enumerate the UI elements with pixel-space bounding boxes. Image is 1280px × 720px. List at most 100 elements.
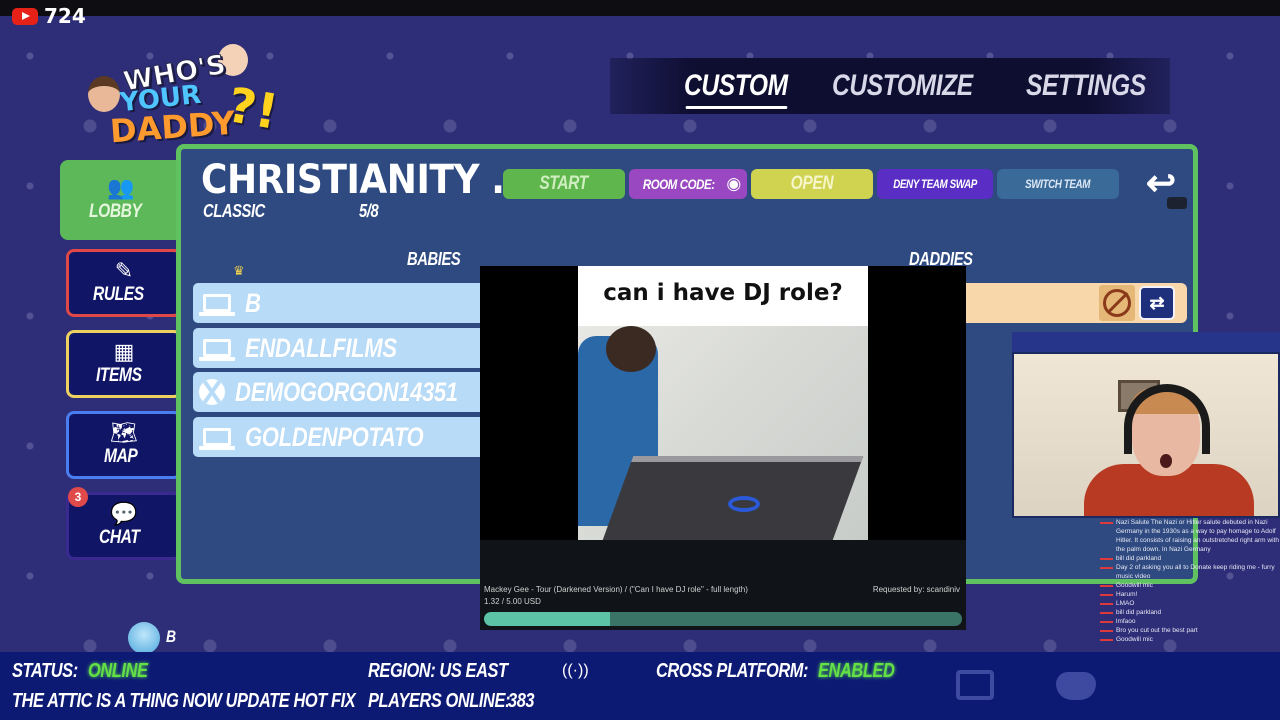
player-name: DEMOGORGON14351 (235, 376, 458, 407)
status-value: ONLINE (88, 660, 148, 682)
laptop-icon (199, 339, 235, 361)
dad-face-icon (88, 76, 120, 112)
chat-text: Nazi Salute The Nazi or Hitler salute de… (1116, 519, 1279, 553)
person-head (606, 326, 656, 372)
chat-username: ▬▬ (1100, 609, 1113, 616)
chat-message: ▬▬ bill did parkland (1088, 554, 1280, 563)
baby-player-row[interactable]: ENDALLFILMS (193, 328, 489, 368)
xbox-platform-icon (199, 378, 225, 406)
pc-platform-icon (199, 289, 235, 317)
swap-arrows-icon: ⇄ (1149, 292, 1165, 313)
media-progress-bar[interactable] (484, 612, 962, 626)
xbox-icon (199, 379, 225, 405)
start-button[interactable]: START (503, 169, 625, 199)
host-crown-icon: ♛ (233, 263, 245, 278)
sidebar-item-label: ITEMS (96, 365, 142, 386)
meme-video: can i have DJ role? (578, 266, 868, 540)
room-code-button[interactable]: ROOM CODE: ◉ (629, 169, 747, 199)
chat-message: ▬▬ Day 2 of asking you all to Donate keep… (1088, 563, 1280, 581)
tab-settings[interactable]: SETTINGS (1026, 69, 1146, 103)
chat-message: ▬▬ Nazi Salute The Nazi or Hitler salute … (1088, 518, 1280, 554)
game-mode: CLASSIC (203, 201, 265, 221)
deny-team-swap-label: DENY TEAM SWAP (893, 177, 977, 191)
chat-text: LMAO (1116, 600, 1135, 607)
users-icon: 👥 (107, 175, 135, 200)
chat-message: ▬▬ Goodwill mic (1088, 635, 1280, 644)
sidebar-item-rules[interactable]: ✎ RULES (66, 249, 182, 317)
media-info: Mackey Gee - Tour (Darkened Version) / (… (480, 540, 966, 630)
players-online-value: 383 (508, 690, 535, 712)
discord-icon[interactable] (1056, 672, 1096, 700)
player-name: ENDALLFILMS (245, 332, 397, 363)
pc-platform-icon (199, 423, 235, 451)
chat-username: ▬▬ (1100, 582, 1113, 589)
streamer-mouth (1160, 454, 1172, 468)
game-logo: WHO'S YOUR DADDY ?! (88, 44, 288, 156)
chat-message: ▬▬ bill did parkland (1088, 608, 1280, 617)
headset-icon (1124, 384, 1210, 454)
open-lobby-button[interactable]: OPEN (751, 169, 873, 199)
chat-username: ▬▬ (1100, 519, 1113, 526)
baby-player-row[interactable]: B (193, 283, 489, 323)
news-icon[interactable] (956, 670, 994, 700)
lobby-title: CHRISTIANITY ... (201, 157, 531, 203)
map-icon: 🗺 (110, 420, 138, 445)
chat-username: ▬▬ (1100, 555, 1113, 562)
tab-customize[interactable]: CUSTOMIZE (832, 69, 973, 103)
tab-custom[interactable]: CUSTOM (684, 69, 788, 109)
donation-amount: 1.32 / 5.00 USD (484, 597, 541, 606)
start-label: START (539, 173, 589, 194)
sidebar-item-label: CHAT (99, 527, 140, 548)
sidebar-item-label: RULES (93, 284, 144, 305)
room-code-label: ROOM CODE: (642, 176, 715, 192)
baby-player-row[interactable]: DEMOGORGON14351 (193, 372, 489, 412)
keybind-hint-icon (1167, 197, 1187, 209)
cross-platform-label: CROSS PLATFORM: (656, 660, 809, 682)
signal-icon: ((·)) (562, 662, 589, 679)
sidebar-item-items[interactable]: ▦ ITEMS (66, 330, 182, 398)
media-progress-fill (484, 612, 611, 626)
cross-platform-value: ENABLED (818, 660, 895, 682)
open-label: OPEN (790, 173, 834, 194)
stream-top-bar (0, 0, 1280, 16)
chat-username: ▬▬ (1100, 636, 1113, 643)
laptop-icon (199, 294, 235, 316)
player-avatar[interactable] (128, 622, 160, 654)
chat-text: Goodwill mic (1116, 582, 1153, 589)
sidebar-item-chat[interactable]: 3 💬 CHAT (66, 487, 182, 560)
players-online-label: PLAYERS ONLINE: (368, 690, 511, 712)
no-entry-icon (1099, 285, 1135, 321)
chat-text: Goodwill mic (1116, 636, 1153, 643)
switch-team-button[interactable]: SWITCH TEAM (997, 169, 1119, 199)
pc-platform-icon (199, 334, 235, 362)
baby-player-row[interactable]: GOLDENPOTATO (193, 417, 489, 457)
chat-username: ▬▬ (1100, 600, 1113, 607)
chat-message: ▬▬ Goodwill mic (1088, 581, 1280, 590)
viewer-count: 724 (12, 4, 86, 28)
region-label: REGION: US EAST (368, 660, 508, 682)
sidebar-item-map[interactable]: 🗺 MAP (66, 411, 182, 479)
player-name: B (245, 287, 261, 318)
daddy-player-row[interactable]: ⇄ (961, 283, 1187, 323)
deny-team-swap-button[interactable]: DENY TEAM SWAP (877, 169, 993, 199)
flame (728, 496, 760, 512)
swap-team-button[interactable]: ⇄ (1139, 286, 1175, 320)
youtube-icon (12, 7, 38, 25)
video-frame (578, 326, 868, 540)
patch-note: THE ATTIC IS A THING NOW UPDATE HOT FIX (12, 690, 356, 712)
chat-text: Day 2 of asking you all to Donate keep r… (1116, 564, 1275, 580)
stream-chat-overlay: ▬▬ Nazi Salute The Nazi or Hitler salute … (1088, 518, 1280, 644)
grid-icon: ▦ (113, 339, 135, 364)
chat-unread-badge: 3 (68, 487, 88, 507)
chat-text: Bro you cut out the best part (1116, 627, 1198, 634)
sidebar-item-label: MAP (103, 446, 138, 467)
song-title: Mackey Gee - Tour (Darkened Version) / (… (484, 585, 748, 594)
sidebar-item-lobby[interactable]: 👥 LOBBY (60, 160, 182, 240)
chat-message: ▬▬ Bro you cut out the best part (1088, 626, 1280, 635)
chat-username: ▬▬ (1100, 591, 1113, 598)
chat-message: ▬▬ LMAO (1088, 599, 1280, 608)
streamer-webcam (1012, 352, 1280, 518)
logo-mark: ?! (223, 77, 283, 141)
eye-hidden-icon: ◉ (726, 174, 742, 193)
status-label: STATUS: (12, 660, 78, 682)
